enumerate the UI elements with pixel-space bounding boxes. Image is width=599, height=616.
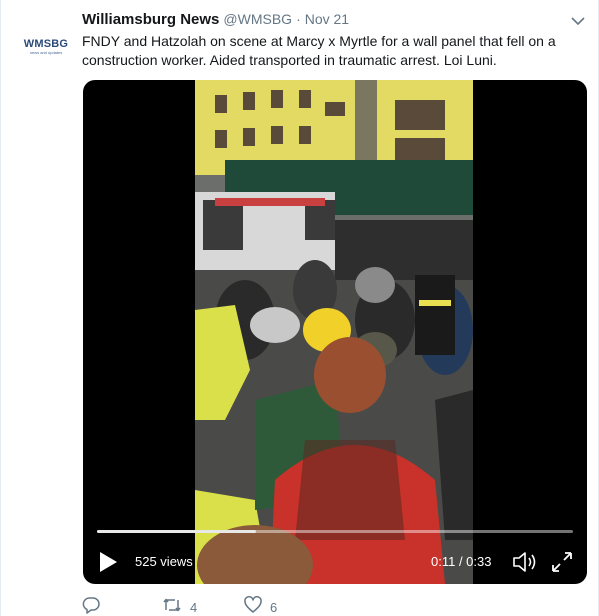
tweet-date[interactable]: Nov 21: [305, 11, 349, 27]
chevron-down-icon[interactable]: [570, 14, 586, 28]
play-icon[interactable]: [97, 550, 119, 574]
avatar-logo-text: WMSBG: [23, 37, 69, 50]
tweet-text: FNDY and Hatzolah on scene at Marcy x My…: [82, 33, 556, 68]
video-progress-bar[interactable]: [97, 530, 573, 533]
retweet-count: 4: [190, 600, 198, 615]
like-count: 6: [270, 600, 278, 615]
volume-icon[interactable]: [511, 550, 539, 574]
user-handle[interactable]: @WMSBG: [223, 11, 292, 27]
like-button[interactable]: 6: [244, 596, 277, 616]
reply-button[interactable]: [82, 596, 108, 616]
video-player[interactable]: 525 views 0:11 / 0:33: [83, 80, 587, 584]
fullscreen-icon[interactable]: [549, 549, 575, 575]
divider: [0, 0, 1, 616]
avatar[interactable]: WMSBG news and updates: [20, 20, 72, 72]
display-name[interactable]: Williamsburg News: [82, 11, 219, 28]
separator: ·: [296, 11, 301, 27]
reply-icon: [82, 596, 100, 616]
video-frame[interactable]: [195, 80, 473, 584]
retweet-icon: [162, 596, 182, 616]
tweet-header: Williamsburg News @WMSBG · Nov 21: [82, 11, 349, 31]
view-count: 525 views: [135, 554, 193, 569]
like-icon: [244, 596, 262, 616]
tweet-actions: 4 6: [82, 596, 582, 616]
tweet[interactable]: WMSBG news and updates Williamsburg News…: [0, 0, 599, 616]
video-time: 0:11 / 0:33: [431, 554, 492, 569]
video-progress-fill: [97, 530, 256, 533]
retweet-button[interactable]: 4: [162, 596, 197, 616]
avatar-logo-subtext: news and updates: [29, 49, 63, 55]
video-still-image: [195, 80, 473, 584]
